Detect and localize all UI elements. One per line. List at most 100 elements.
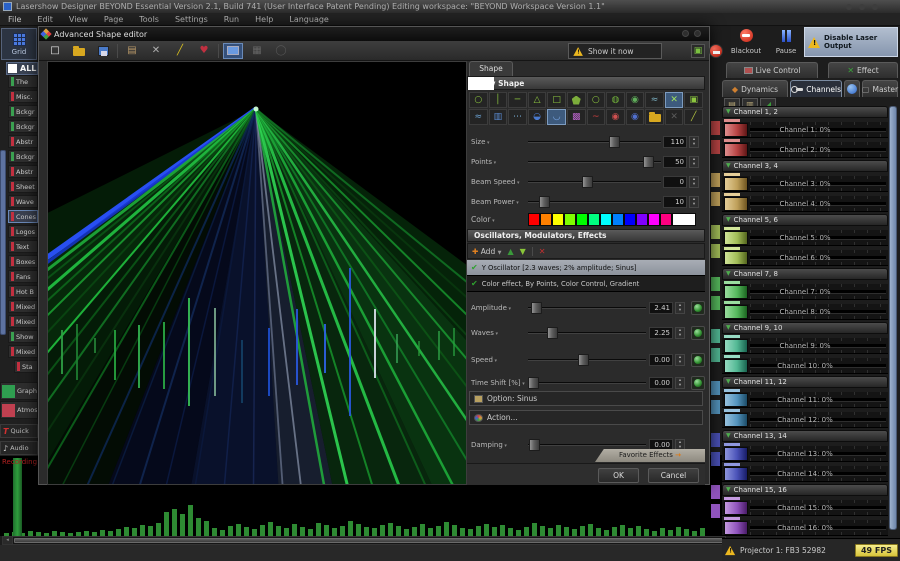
amplitude-apply-button[interactable] — [691, 301, 705, 315]
waves-label[interactable]: Waves — [471, 326, 498, 341]
shape-circle-icon[interactable]: ○ — [469, 92, 488, 108]
shape-wave-3d-icon[interactable]: ◡ — [547, 109, 566, 125]
spinner-down-icon[interactable]: ▾ — [690, 182, 698, 187]
shape-polygon-icon[interactable]: ○ — [587, 92, 606, 108]
size-label[interactable]: Size — [471, 135, 489, 150]
channel-slider[interactable]: Channel 14: 0% — [722, 466, 888, 482]
spinner-down-icon[interactable]: ▾ — [676, 360, 684, 365]
sidebar-scrollbar[interactable] — [0, 150, 6, 335]
size-spinner[interactable]: ▴▾ — [689, 136, 699, 148]
sidebar-item-boxes[interactable]: Boxes — [8, 255, 38, 268]
sidebar-item-fans[interactable]: Fans — [8, 270, 38, 283]
shape-abstract-x-icon[interactable]: ✕ — [665, 92, 684, 108]
channel-group-header[interactable]: ▼Channel 3, 4 — [722, 160, 888, 172]
spinner-down-icon[interactable]: ▾ — [676, 333, 684, 338]
sidebar-item-bckgr[interactable]: Bckgr — [8, 120, 38, 133]
pencil-button[interactable]: ╱ — [170, 43, 190, 59]
palette-swatch[interactable] — [540, 213, 552, 226]
dialog-close-button[interactable] — [694, 30, 701, 37]
channel-slider[interactable]: Channel 5: 0% — [722, 230, 888, 246]
sidebar-item-logos[interactable]: Logos — [8, 225, 38, 238]
menu-run[interactable]: Run — [216, 13, 247, 25]
sidebar-item-mixed[interactable]: Mixed — [8, 345, 38, 358]
tab-live-control[interactable]: Live Control — [726, 62, 818, 78]
dialog-title-bar[interactable]: Advanced Shape editor — [39, 27, 709, 41]
channel-slider[interactable]: Channel 9: 0% — [722, 338, 888, 354]
time-shift-----label[interactable]: Time Shift [%] — [471, 376, 525, 391]
beam-power-spinner[interactable]: ▴▾ — [689, 196, 699, 208]
speed-apply-button[interactable] — [691, 353, 705, 367]
shape-red-sine-icon[interactable]: ~ — [587, 109, 606, 125]
palette-swatch[interactable] — [648, 213, 660, 226]
sidebar-item-bckgr[interactable]: Bckgr — [8, 105, 38, 118]
shape-ellipse-3d-icon[interactable]: ◒ — [528, 109, 547, 125]
window-button[interactable] — [872, 4, 878, 10]
tab-master[interactable]: ▢ Master — [862, 80, 898, 97]
circle-mode-button[interactable]: ◯ — [271, 43, 291, 59]
points-track[interactable] — [528, 161, 661, 163]
points-knob[interactable] — [643, 156, 654, 168]
disable-laser-output-button[interactable]: Disable Laser Output — [804, 27, 898, 57]
waves-value[interactable]: 2.25 — [649, 327, 673, 339]
sidebar-item-wave[interactable]: Wave — [8, 195, 38, 208]
beam-speed-label[interactable]: Beam Speed — [471, 175, 520, 190]
pause-button[interactable]: Pause — [770, 27, 802, 57]
channel-group-header[interactable]: ▼Channel 15, 16 — [722, 484, 888, 496]
spinner-down-icon[interactable]: ▾ — [690, 202, 698, 207]
palette-swatch[interactable] — [624, 213, 636, 226]
ok-button[interactable]: OK — [598, 468, 639, 483]
open-button[interactable] — [69, 43, 89, 59]
tab-shape[interactable]: Shape — [469, 61, 513, 76]
shape-horizontal-line-icon[interactable]: ─ — [508, 92, 527, 108]
sidebar-item-misc[interactable]: Misc. — [8, 90, 38, 103]
effect-list-item[interactable]: ✔Color effect, By Points, Color Control,… — [467, 276, 705, 292]
time-shift-----spinner[interactable]: ▴▾ — [675, 377, 685, 389]
channel-slider[interactable]: Channel 1: 0% — [722, 122, 888, 138]
beam-speed-value[interactable]: 0 — [663, 176, 687, 188]
shape-square-icon[interactable]: □ — [547, 92, 566, 108]
time-shift-----knob[interactable] — [528, 377, 539, 389]
library-button-atmos[interactable]: Atmos — [0, 401, 38, 419]
channels-scrollbar[interactable] — [889, 106, 897, 530]
bulb-button[interactable] — [844, 80, 860, 97]
tab-all-pages[interactable]: ALL — [6, 62, 38, 75]
speed-value[interactable]: 0.00 — [649, 354, 673, 366]
sidebar-item-sta[interactable]: Sta — [14, 360, 38, 373]
damping-knob[interactable] — [529, 439, 540, 451]
shape-zigzag-wave-icon[interactable]: ≈ — [469, 109, 488, 125]
beam-power-knob[interactable] — [539, 196, 550, 208]
quicktools-button[interactable]: T Quick — [0, 424, 38, 438]
palette-swatch[interactable] — [564, 213, 576, 226]
channel-group-header[interactable]: ▼Channel 5, 6 — [722, 214, 888, 226]
effect-list-item[interactable]: ✔Y Oscillator [2.3 waves; 2% amplitude; … — [467, 260, 705, 276]
channel-group-header[interactable]: ▼Channel 9, 10 — [722, 322, 888, 334]
channel-slider[interactable]: Channel 7: 0% — [722, 284, 888, 300]
shape-dotted-ball-icon[interactable]: ◍ — [606, 92, 625, 108]
beam-power-track[interactable] — [528, 201, 661, 203]
grid-mode-button[interactable]: ▦ — [247, 43, 267, 59]
sidebar-item-abstr[interactable]: Abstr — [8, 135, 38, 148]
shape-bar-graph-icon[interactable]: ▥ — [489, 109, 508, 125]
menu-page[interactable]: Page — [96, 13, 131, 25]
tab-channels[interactable]: Channels — [790, 80, 842, 97]
move-up-button[interactable]: ▲ — [507, 247, 513, 256]
horizontal-scrollbar[interactable]: ◂ — [2, 536, 726, 545]
channel-group-header[interactable]: ▼Channel 13, 14 — [722, 430, 888, 442]
blackout-button[interactable]: Blackout — [724, 27, 768, 57]
sidebar-item-cones[interactable]: Cones — [8, 210, 38, 223]
option-sinus-button[interactable]: Option: Sinus — [469, 391, 703, 406]
shape-red-spiral-icon[interactable]: ◉ — [606, 109, 625, 125]
menu-tools[interactable]: Tools — [131, 13, 167, 25]
shape-triangle-icon[interactable]: △ — [528, 92, 547, 108]
save-button[interactable] — [93, 43, 113, 59]
channels-scrollbar-thumb[interactable] — [889, 106, 897, 530]
channel-slider[interactable]: Channel 3: 0% — [722, 176, 888, 192]
cancel-button[interactable]: Cancel — [648, 468, 699, 483]
palette-swatch[interactable] — [552, 213, 564, 226]
tab-effect[interactable]: ✕ Effect — [828, 62, 898, 78]
beam-power-value[interactable]: 10 — [663, 196, 687, 208]
speed-track[interactable] — [528, 359, 646, 361]
display-mode-button[interactable] — [223, 43, 243, 59]
channel-slider[interactable]: Channel 6: 0% — [722, 250, 888, 266]
audio-button[interactable]: ♪ Audio — [0, 441, 38, 455]
